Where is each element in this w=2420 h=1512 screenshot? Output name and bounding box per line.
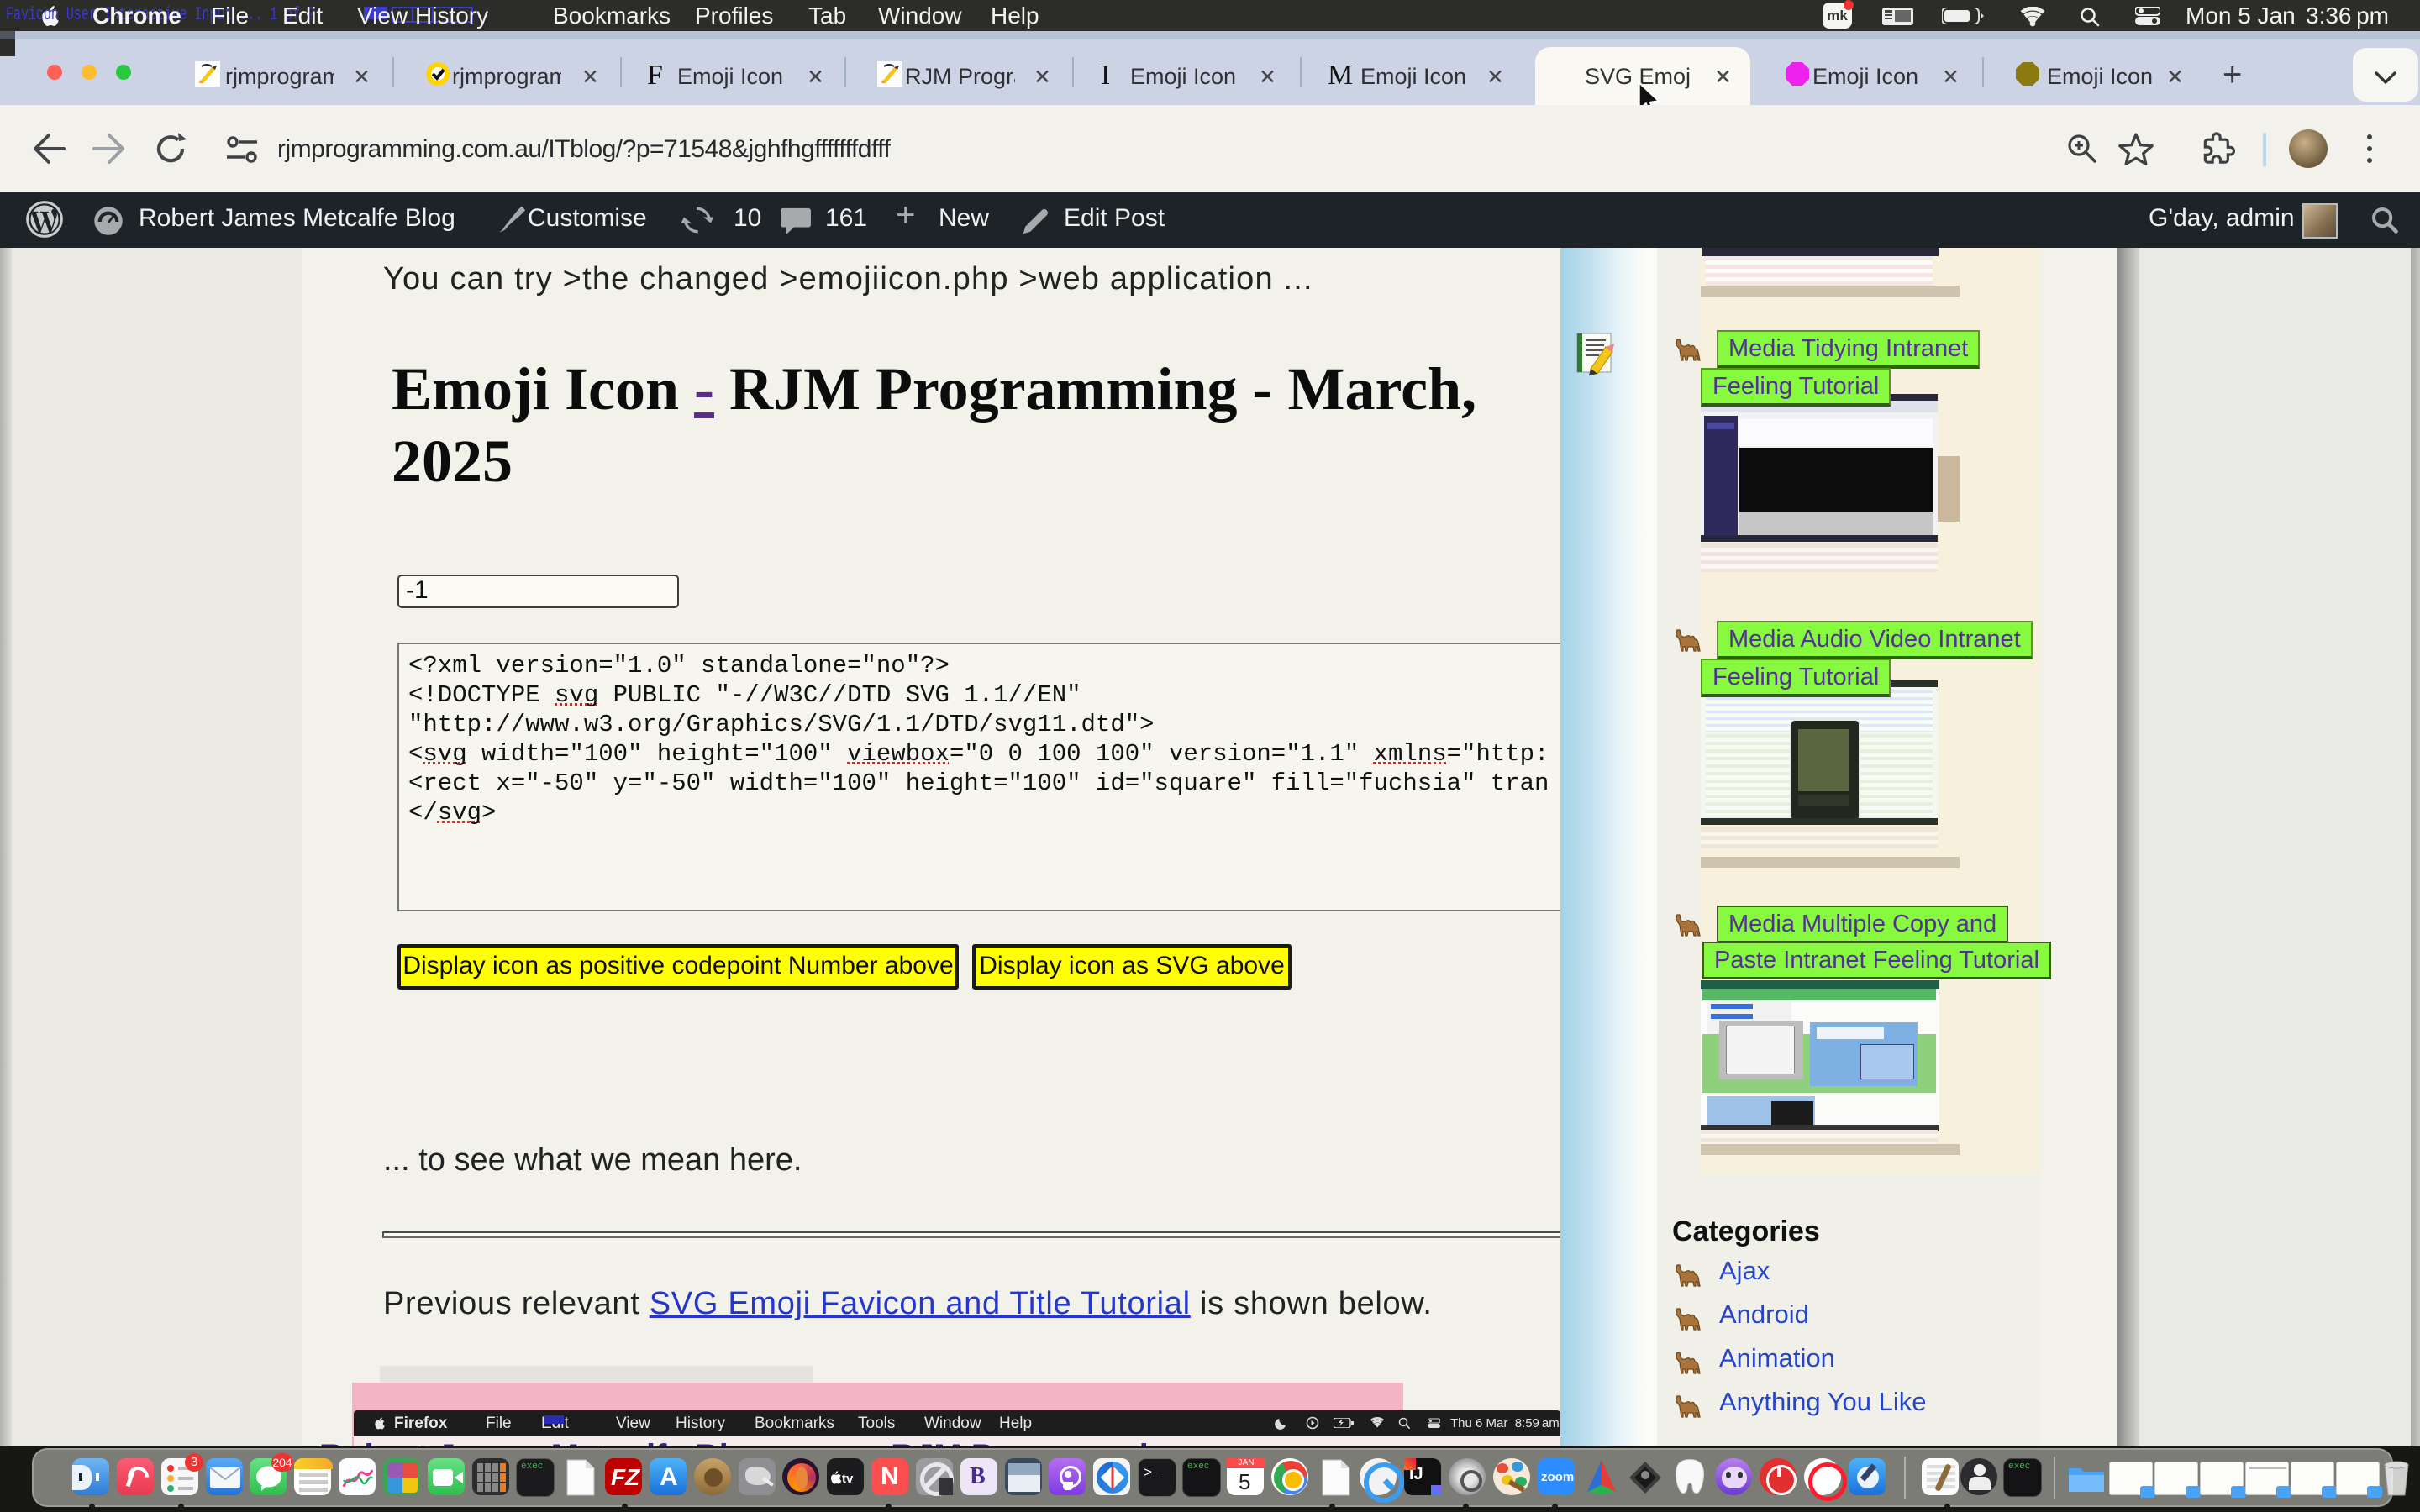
svg-text:tv: tv [842, 1472, 854, 1486]
